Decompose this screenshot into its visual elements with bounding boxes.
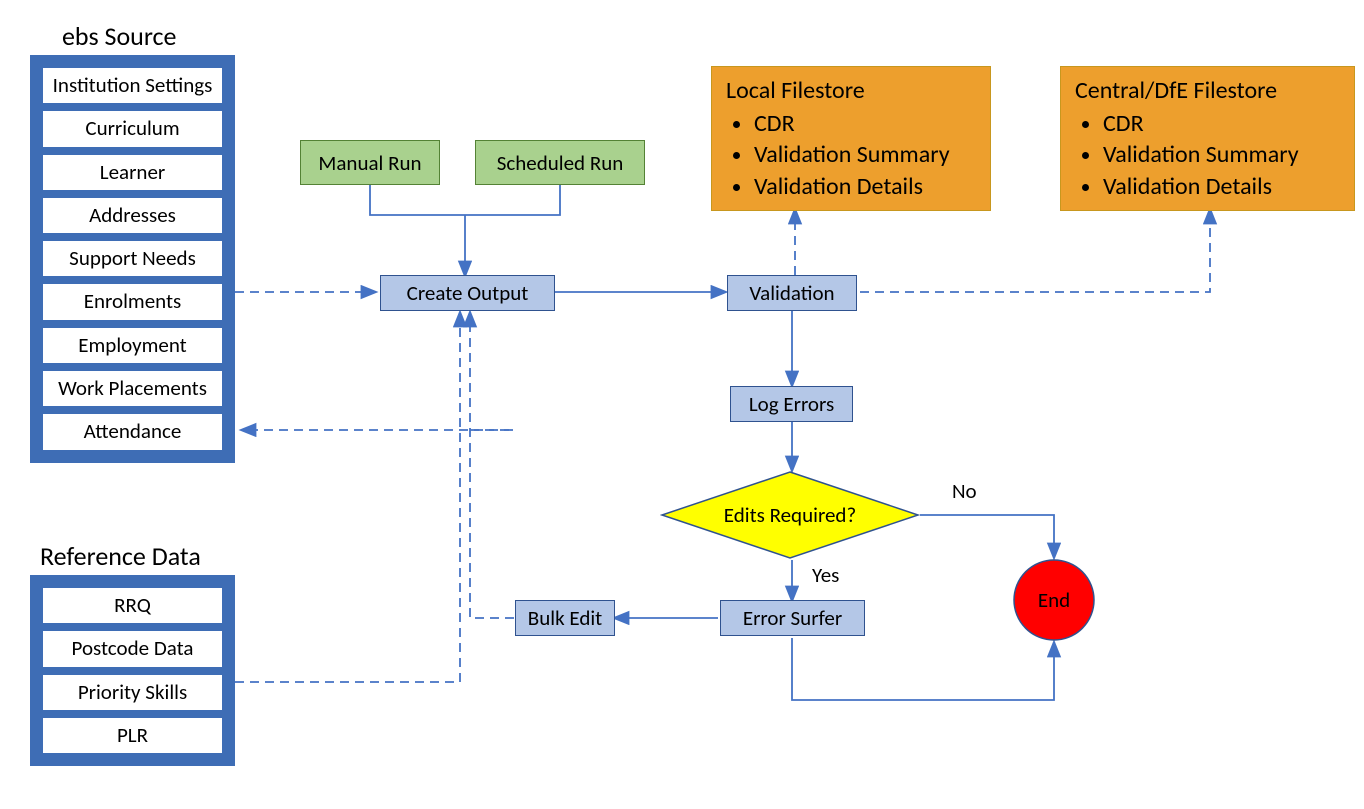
central-filestore-item-valdet: Validation Details	[1103, 171, 1340, 202]
ebs-source-panel: Institution Settings Curriculum Learner …	[30, 55, 235, 463]
ref-item-rrq: RRQ	[42, 587, 223, 624]
ebs-item-support-needs: Support Needs	[42, 240, 223, 277]
reference-data-title: Reference Data	[40, 540, 201, 572]
ebs-item-learner: Learner	[42, 154, 223, 191]
scheduled-run-box: Scheduled Run	[475, 140, 645, 185]
local-filestore-item-valdet: Validation Details	[754, 171, 976, 202]
error-surfer-box: Error Surfer	[720, 600, 865, 636]
ebs-item-curriculum: Curriculum	[42, 110, 223, 147]
central-filestore-title: Central/DfE Filestore	[1075, 75, 1340, 106]
local-filestore-box: Local Filestore CDR Validation Summary V…	[711, 66, 991, 211]
decision-yes-label: Yes	[812, 562, 839, 588]
ebs-item-employment: Employment	[42, 327, 223, 364]
create-output-box: Create Output	[380, 275, 555, 311]
manual-run-label: Manual Run	[318, 150, 421, 176]
edits-required-decision: Edits Required?	[660, 470, 920, 560]
ebs-item-attendance: Attendance	[42, 413, 223, 450]
validation-label: Validation	[749, 280, 834, 306]
ebs-item-addresses: Addresses	[42, 197, 223, 234]
error-surfer-label: Error Surfer	[743, 605, 842, 631]
ebs-source-title: ebs Source	[62, 20, 176, 52]
decision-no-label: No	[952, 478, 977, 504]
end-node: End	[1012, 558, 1096, 642]
local-filestore-title: Local Filestore	[726, 75, 976, 106]
local-filestore-item-cdr: CDR	[754, 108, 976, 139]
ebs-item-work-placements: Work Placements	[42, 370, 223, 407]
ref-item-plr: PLR	[42, 717, 223, 754]
create-output-label: Create Output	[407, 280, 529, 306]
ebs-item-enrolments: Enrolments	[42, 283, 223, 320]
central-filestore-item-valsum: Validation Summary	[1103, 139, 1340, 170]
local-filestore-item-valsum: Validation Summary	[754, 139, 976, 170]
log-errors-box: Log Errors	[730, 386, 853, 422]
ref-item-priority-skills: Priority Skills	[42, 674, 223, 711]
ref-item-postcode: Postcode Data	[42, 630, 223, 667]
ebs-item-institution-settings: Institution Settings	[42, 67, 223, 104]
scheduled-run-label: Scheduled Run	[497, 150, 624, 176]
edits-required-label: Edits Required?	[724, 502, 856, 528]
validation-box: Validation	[727, 275, 857, 311]
log-errors-label: Log Errors	[749, 391, 834, 417]
bulk-edit-label: Bulk Edit	[528, 605, 602, 631]
bulk-edit-box: Bulk Edit	[515, 600, 615, 636]
central-filestore-item-cdr: CDR	[1103, 108, 1340, 139]
end-label: End	[1038, 587, 1070, 613]
central-filestore-box: Central/DfE Filestore CDR Validation Sum…	[1060, 66, 1355, 211]
reference-data-panel: RRQ Postcode Data Priority Skills PLR	[30, 575, 235, 766]
manual-run-box: Manual Run	[300, 140, 440, 185]
